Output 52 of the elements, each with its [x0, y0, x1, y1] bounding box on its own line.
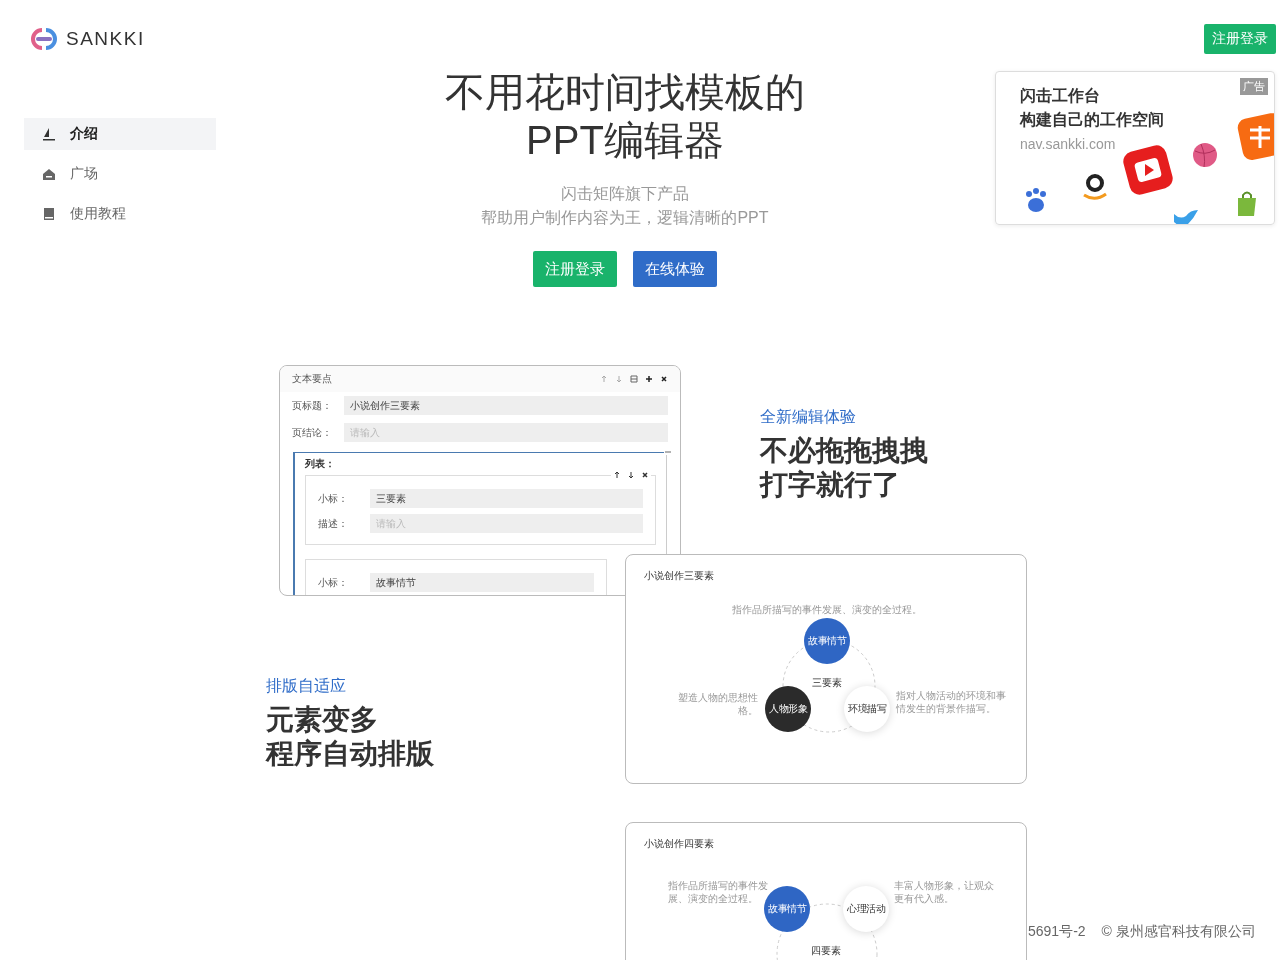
record-number: 5691号-2: [1028, 923, 1086, 941]
diagram-node: 环境描写: [844, 686, 890, 732]
close-icon[interactable]: [641, 471, 649, 479]
feature-headline: 不必拖拖拽拽 打字就行了: [760, 434, 928, 502]
list-icon[interactable]: [630, 375, 638, 383]
panel-title: 文本要点: [292, 372, 332, 386]
ball-icon: [1192, 142, 1218, 168]
ad-headline: 闪击工作台: [1020, 86, 1100, 106]
up-arrow-icon[interactable]: [613, 471, 621, 479]
input-field[interactable]: 故事情节: [370, 573, 594, 592]
feature-headline: 元素变多 程序自动排版: [266, 703, 435, 771]
field-label: 小标：: [317, 575, 349, 590]
diagram-center-label: 四要素: [811, 944, 841, 958]
hero-title: 不用花时间找模板的 PPT编辑器: [445, 69, 805, 164]
list-label: 列表：: [305, 457, 336, 471]
input-field[interactable]: 三要素: [370, 489, 643, 508]
copyright: © 泉州感官科技有限公司: [1101, 923, 1256, 941]
diagram-node: 故事情节: [804, 618, 850, 664]
node-caption: 丰富人物形象，让观众更有代入感。: [894, 879, 994, 905]
node-caption: 指对人物活动的环境和事情发生的背景作描写。: [896, 689, 1007, 715]
feature-eyebrow: 全新编辑体验: [760, 407, 857, 427]
diagram-center-label: 三要素: [812, 676, 842, 690]
try-online-button[interactable]: 在线体验: [633, 251, 717, 287]
diagram-node: 人物形象: [765, 686, 811, 732]
node-caption: 指作品所描写的事件发展、演变的全过程。: [731, 603, 923, 616]
input-field[interactable]: 小说创作三要素: [344, 396, 668, 415]
sailboat-icon: [42, 127, 56, 141]
sidebar-item[interactable]: 使用教程: [24, 198, 216, 230]
ad-badge: 广告: [1240, 78, 1268, 95]
plus-icon[interactable]: [645, 375, 653, 383]
brand-name: SANKKI: [66, 28, 145, 50]
smile-arrow-icon: [1081, 172, 1109, 202]
ad-card[interactable]: 广告 闪击工作台 构建自己的工作空间 nav.sankki.com: [995, 71, 1275, 225]
field-label: 小标：: [317, 491, 349, 506]
slide-title: 小说创作三要素: [644, 569, 714, 583]
close-icon[interactable]: [660, 375, 668, 383]
node-caption: 塑造人物的思想性格。: [677, 691, 758, 717]
diagram-node: 心理活动: [843, 886, 889, 932]
ad-headline: 构建自己的工作空间: [1020, 110, 1164, 130]
sidebar-item[interactable]: 介绍: [24, 118, 216, 150]
book-icon: [42, 207, 56, 221]
logo-icon: [28, 27, 60, 51]
sidebar-item[interactable]: 广场: [24, 158, 216, 190]
slide-title: 小说创作四要素: [644, 837, 714, 851]
down-arrow-icon[interactable]: [627, 471, 635, 479]
ad-url: nav.sankki.com: [1020, 135, 1116, 154]
feature-eyebrow: 排版自适应: [266, 676, 347, 696]
field-label: 描述：: [317, 516, 349, 531]
home-icon: [42, 167, 56, 181]
field-label: 页标题：: [292, 398, 333, 413]
field-label: 页结论：: [292, 425, 333, 440]
hero-subtitle: 闪击矩阵旗下产品 帮助用户制作内容为王，逻辑清晰的PPT: [481, 184, 769, 228]
